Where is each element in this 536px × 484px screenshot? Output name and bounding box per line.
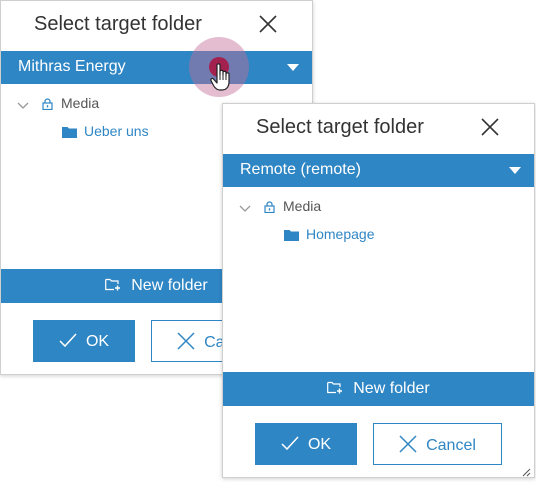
space-select[interactable]: Mithras Energy bbox=[1, 51, 312, 84]
new-folder-button[interactable]: New folder bbox=[223, 372, 534, 406]
dialog-title: Select target folder bbox=[34, 13, 202, 35]
space-select-value: Mithras Energy bbox=[18, 58, 126, 75]
dialog-title: Select target folder bbox=[256, 116, 424, 138]
ok-label: OK bbox=[85, 333, 110, 350]
folder-label[interactable]: Ueber uns bbox=[84, 123, 149, 139]
folder-label[interactable]: Homepage bbox=[306, 226, 375, 242]
new-folder-icon bbox=[105, 278, 121, 291]
close-icon[interactable] bbox=[258, 14, 278, 34]
cancel-label: Cancel bbox=[426, 437, 476, 454]
lock-icon bbox=[42, 97, 53, 111]
ok-button[interactable]: OK bbox=[255, 423, 357, 465]
new-folder-label: New folder bbox=[353, 380, 430, 397]
close-icon[interactable] bbox=[480, 117, 500, 137]
checkmark-icon bbox=[59, 331, 77, 349]
chevron-down-icon[interactable] bbox=[239, 201, 251, 212]
close-icon bbox=[177, 332, 195, 350]
hand-pointer-icon bbox=[210, 62, 236, 94]
new-folder-icon bbox=[327, 381, 343, 394]
cancel-button[interactable]: Cancel bbox=[373, 423, 502, 465]
chevron-down-icon[interactable] bbox=[17, 98, 29, 109]
tree-root-label: Media bbox=[283, 198, 322, 214]
checkmark-icon bbox=[281, 434, 299, 452]
folder-icon bbox=[284, 228, 299, 241]
space-select-value: Remote (remote) bbox=[240, 161, 361, 178]
tree-root-label: Media bbox=[61, 95, 100, 111]
chevron-down-icon bbox=[287, 64, 299, 72]
folder-icon bbox=[62, 125, 77, 138]
close-icon bbox=[399, 435, 417, 453]
space-select[interactable]: Remote (remote) bbox=[223, 154, 534, 187]
lock-icon bbox=[264, 200, 275, 214]
chevron-down-icon bbox=[509, 167, 521, 175]
ok-button[interactable]: OK bbox=[33, 320, 135, 362]
new-folder-label: New folder bbox=[131, 277, 208, 294]
select-target-folder-dialog-front: Select target folder Remote (remote) Med… bbox=[222, 103, 535, 478]
resize-handle[interactable] bbox=[521, 464, 531, 477]
ok-label: OK bbox=[307, 436, 332, 453]
